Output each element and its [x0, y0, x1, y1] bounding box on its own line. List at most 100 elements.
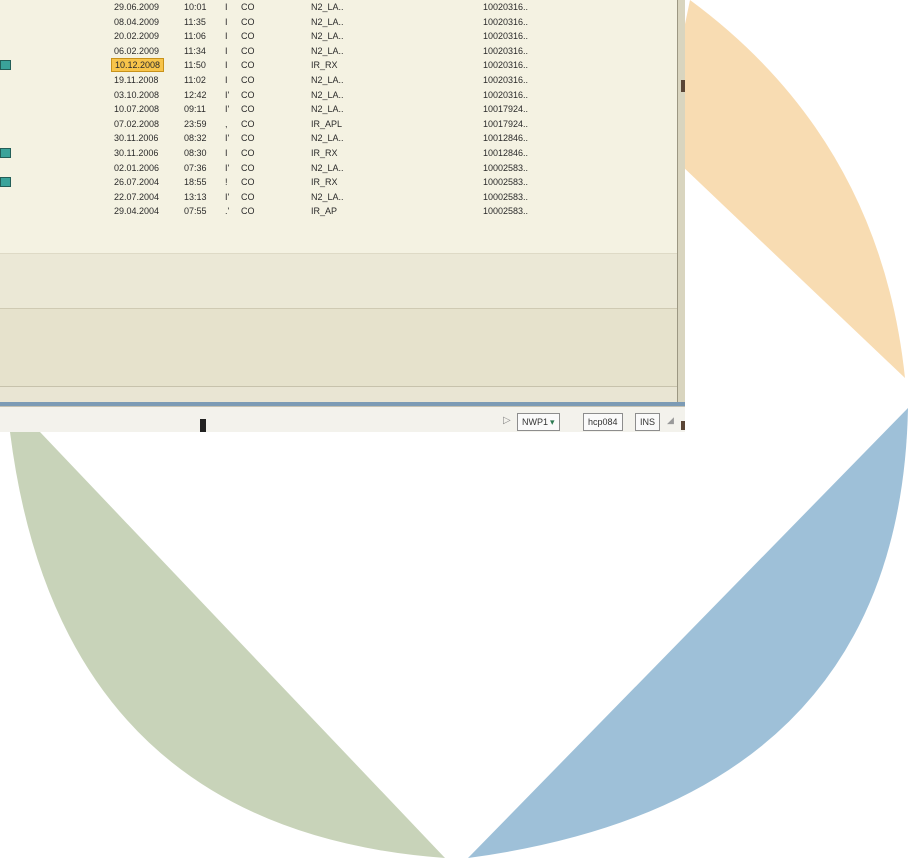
table-row[interactable]: 08.04.2009 11:35 I CO N2_LA.. 10020316..: [0, 15, 677, 30]
flag-cell: I: [225, 45, 228, 56]
flag-cell: I': [225, 162, 230, 173]
org-cell: CO: [241, 191, 255, 202]
org-cell: CO: [241, 45, 255, 56]
number-cell: 10012846..: [483, 148, 529, 158]
type-cell: N2_LA..: [311, 191, 344, 202]
type-cell: N2_LA..: [311, 75, 344, 85]
table-row[interactable]: 10.07.2008 09:11 I' CO N2_LA.. 10017924..: [0, 102, 677, 117]
window-edge-marker-bottom: [681, 421, 685, 430]
flag-cell: I: [225, 148, 228, 158]
flag-cell: !: [225, 177, 228, 188]
org-cell: CO: [241, 148, 255, 158]
date-cell: 30.11.2006: [114, 148, 159, 158]
type-cell: IR_RX: [311, 148, 338, 158]
table-row[interactable]: 10.12.2008 11:50 I CO IR_RX 10020316..: [0, 58, 677, 73]
document-icon[interactable]: [0, 177, 11, 188]
date-cell: 19.11.2008: [114, 75, 159, 85]
org-cell: CO: [241, 2, 255, 12]
table-row[interactable]: 30.11.2006 08:32 I' CO N2_LA.. 10012846..: [0, 131, 677, 146]
table-row[interactable]: 20.02.2009 11:06 I CO N2_LA.. 10020316..: [0, 29, 677, 44]
time-cell: 08:30: [184, 148, 207, 158]
time-cell: 08:32: [184, 133, 207, 144]
time-cell: 11:35: [184, 16, 206, 27]
type-cell: IR_APL: [311, 118, 343, 129]
peach-segment: [660, 0, 905, 378]
time-cell: 11:34: [184, 45, 206, 56]
org-cell: CO: [241, 60, 255, 71]
number-cell: 10020316..: [483, 2, 529, 12]
time-cell: 09:11: [184, 104, 206, 115]
type-cell: IR_RX: [311, 60, 338, 71]
type-cell: N2_LA..: [311, 89, 344, 100]
date-cell: 06.02.2009: [114, 45, 160, 56]
number-cell: 10020316..: [483, 45, 529, 56]
org-cell: CO: [241, 177, 255, 188]
number-cell: 10002583..: [483, 162, 529, 173]
document-icon[interactable]: [0, 60, 11, 71]
time-cell: 13:13: [184, 191, 207, 202]
system-id-field[interactable]: NWP1 ▾: [517, 413, 560, 431]
table-row[interactable]: 29.06.2009 10:01 I CO N2_LA.. 10020316..: [0, 0, 677, 15]
insert-mode-field: INS: [635, 413, 661, 431]
time-cell: 23:59: [184, 118, 207, 129]
status-arrow-icon[interactable]: ▷: [503, 415, 511, 426]
horizontal-scrollbar[interactable]: [0, 386, 677, 403]
list-footer-panel: [0, 253, 677, 309]
status-marker: [200, 419, 206, 432]
time-cell: 07:55: [184, 206, 207, 217]
flag-cell: I: [225, 31, 228, 42]
flag-cell: I': [225, 104, 230, 115]
table-row[interactable]: 02.01.2006 07:36 I' CO N2_LA.. 10002583..: [0, 161, 677, 176]
table-row[interactable]: 07.02.2008 23:59, CO IR_APL 10017924..: [0, 117, 677, 132]
vertical-scrollbar[interactable]: [677, 0, 685, 405]
table-row[interactable]: 03.10.2008 12:42 I' CO N2_LA.. 10020316..: [0, 88, 677, 103]
flag-cell: ,: [225, 118, 228, 129]
type-cell: N2_LA..: [311, 162, 344, 173]
type-cell: IR_RX: [311, 177, 338, 188]
date-cell: 02.01.2006: [114, 162, 160, 173]
table-row[interactable]: 06.02.2009 11:34 I CO N2_LA.. 10020316..: [0, 44, 677, 59]
document-icon[interactable]: [0, 148, 11, 158]
flag-cell: I': [225, 133, 230, 144]
flag-cell: I': [225, 191, 230, 202]
org-cell: CO: [241, 162, 255, 173]
table-row[interactable]: 22.07.2004 13:13 I' CO N2_LA.. 10002583..: [0, 190, 677, 205]
table-row[interactable]: 19.11.2008 11:02 I CO N2_LA.. 10020316..: [0, 73, 677, 88]
time-cell: 18:55: [184, 177, 207, 188]
org-cell: CO: [241, 16, 255, 27]
time-cell: 11:50: [184, 60, 206, 71]
org-cell: CO: [241, 31, 255, 42]
number-cell: 10012846..: [483, 133, 529, 144]
number-cell: 10017924..: [483, 118, 529, 129]
sage-segment: [10, 432, 445, 858]
system-dropdown-icon[interactable]: ▾: [550, 417, 555, 427]
date-cell: 29.06.2009: [114, 2, 160, 12]
number-cell: 10002583..: [483, 206, 529, 217]
flag-cell: I: [225, 16, 228, 27]
server-name-field: hcp084: [583, 413, 623, 431]
table-row[interactable]: 29.04.2004 07:55 .' CO IR_AP 10002583..: [0, 204, 677, 219]
table-row[interactable]: 26.07.2004 18:55! CO IR_RX 10002583..: [0, 175, 677, 190]
window-edge-marker: [681, 80, 685, 92]
number-cell: 10020316..: [483, 16, 529, 27]
time-cell: 07:36: [184, 162, 207, 173]
type-cell: IR_AP: [311, 206, 338, 217]
table-row[interactable]: 30.11.2006 08:30 I CO IR_RX 10012846..: [0, 146, 677, 161]
sap-window: 29.06.2009 10:01 I CO N2_LA.. 10020316.. 08.04…: [0, 0, 685, 432]
org-cell: CO: [241, 206, 255, 217]
flag-cell: I': [225, 89, 230, 100]
type-cell: N2_LA..: [311, 31, 344, 42]
number-cell: 10020316..: [483, 75, 529, 85]
resize-grip-icon[interactable]: ◢: [667, 415, 679, 429]
org-cell: CO: [241, 133, 255, 144]
number-cell: 10020316..: [483, 31, 529, 42]
type-cell: N2_LA..: [311, 133, 344, 144]
system-id-label: NWP1: [522, 417, 549, 427]
type-cell: N2_LA..: [311, 45, 344, 56]
flag-cell: I: [225, 60, 228, 71]
date-cell: 26.07.2004: [114, 177, 160, 188]
detail-panel: [0, 308, 677, 387]
flag-cell: I: [225, 75, 228, 85]
org-cell: CO: [241, 89, 255, 100]
number-cell: 10002583..: [483, 177, 529, 188]
